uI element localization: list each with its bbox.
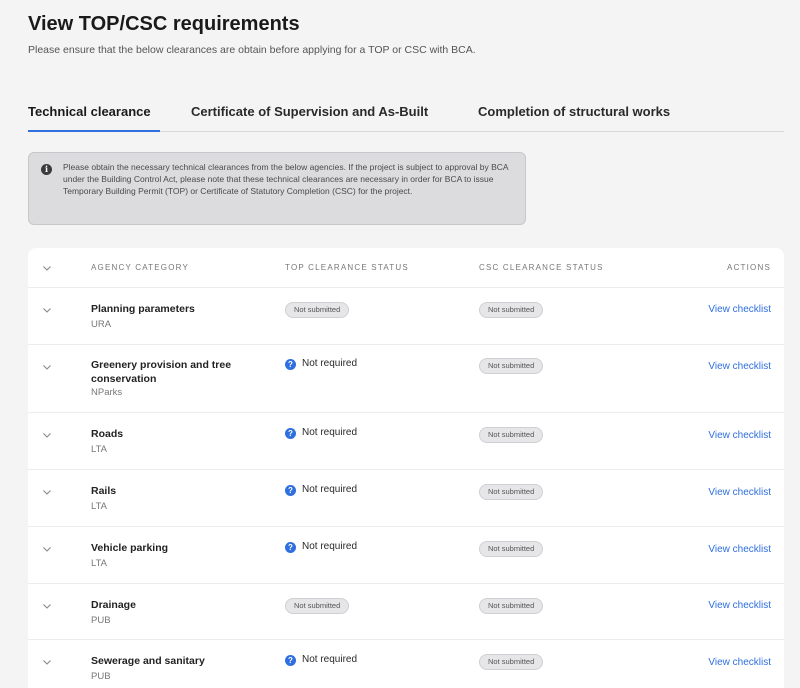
chevron-down-icon[interactable] [42, 487, 52, 497]
chevron-down-icon[interactable] [42, 544, 52, 554]
top-status-badge: Not submitted [285, 302, 350, 318]
agency-name: LTA [91, 558, 108, 569]
table-row: Roads LTA ? Not required Not submitted Vi… [28, 413, 784, 470]
view-checklist-link[interactable]: View checklist [708, 361, 771, 372]
top-status-text: Not required [302, 654, 358, 665]
tab-completion-structural-works[interactable]: Completion of structural works [478, 104, 670, 119]
table-row: Planning parameters URA Not submitted No… [28, 288, 784, 345]
page-title: View TOP/CSC requirements [28, 13, 300, 35]
csc-status-badge: Not submitted [479, 654, 544, 670]
view-checklist-link[interactable]: View checklist [708, 600, 771, 611]
chevron-down-icon[interactable] [42, 601, 52, 611]
info-icon: i [41, 164, 52, 175]
agency-name: NParks [91, 387, 123, 398]
view-checklist-link[interactable]: View checklist [708, 544, 771, 555]
clearance-table: AGENCY CATEGORY TOP CLEARANCE STATUS CSC… [28, 248, 784, 688]
agency-category-name: Sewerage and sanitary [91, 655, 205, 667]
view-checklist-link[interactable]: View checklist [708, 430, 771, 441]
chevron-down-icon[interactable] [42, 430, 52, 440]
header-agency-category: AGENCY CATEGORY [91, 263, 190, 272]
view-checklist-link[interactable]: View checklist [708, 657, 771, 668]
top-status-text: Not required [302, 541, 358, 552]
top-status-text: Not required [302, 358, 358, 369]
tab-technical-clearance[interactable]: Technical clearance [28, 104, 151, 119]
table-row: Vehicle parking LTA ? Not required Not su… [28, 527, 784, 584]
chevron-down-icon[interactable] [42, 362, 52, 372]
chevron-down-icon[interactable] [42, 305, 52, 315]
table-row: Sewerage and sanitary PUB ? Not required … [28, 640, 784, 688]
csc-status-badge: Not submitted [479, 598, 544, 614]
table-row: Drainage PUB Not submitted Not submitted… [28, 584, 784, 640]
csc-status-badge: Not submitted [479, 484, 544, 500]
csc-status-badge: Not submitted [479, 541, 544, 557]
info-icon: ? [285, 542, 296, 553]
tab-certificate-of-supervision[interactable]: Certificate of Supervision and As-Built [191, 104, 428, 119]
info-icon: ? [285, 655, 296, 666]
header-csc-status: CSC CLEARANCE STATUS [479, 263, 604, 272]
agency-category-name: Rails [91, 485, 117, 497]
info-icon: ? [285, 359, 296, 370]
agency-name: URA [91, 319, 112, 330]
agency-name: PUB [91, 671, 111, 682]
top-status-not-required: ? Not required [285, 541, 357, 553]
agency-name: PUB [91, 615, 111, 626]
active-tab-indicator [28, 130, 160, 132]
table-row: Greenery provision and tree conservation… [28, 345, 784, 413]
table-row: Rails LTA ? Not required Not submitted Vi… [28, 470, 784, 527]
top-status-not-required: ? Not required [285, 484, 357, 496]
tab-bar: Technical clearance Certificate of Super… [28, 100, 784, 132]
top-status-not-required: ? Not required [285, 358, 357, 370]
top-status-not-required: ? Not required [285, 654, 357, 666]
view-checklist-link[interactable]: View checklist [708, 304, 771, 315]
top-status-not-required: ? Not required [285, 427, 357, 439]
info-text: Please obtain the necessary technical cl… [63, 162, 509, 197]
agency-category-name: Roads [91, 428, 124, 440]
top-status-text: Not required [302, 484, 358, 495]
agency-name: LTA [91, 444, 108, 455]
agency-category-name: Planning parameters [91, 303, 195, 315]
view-checklist-link[interactable]: View checklist [708, 487, 771, 498]
agency-category-name: Drainage [91, 599, 136, 611]
agency-name: LTA [91, 501, 108, 512]
chevron-down-icon[interactable] [42, 263, 52, 273]
info-icon: ? [285, 485, 296, 496]
info-notice: i Please obtain the necessary technical … [28, 152, 526, 225]
csc-status-badge: Not submitted [479, 302, 544, 318]
table-header-row: AGENCY CATEGORY TOP CLEARANCE STATUS CSC… [28, 248, 784, 288]
info-icon: ? [285, 428, 296, 439]
header-top-status: TOP CLEARANCE STATUS [285, 263, 409, 272]
page-subtitle: Please ensure that the below clearances … [28, 44, 476, 56]
header-actions: ACTIONS [727, 263, 771, 272]
csc-status-badge: Not submitted [479, 427, 544, 443]
top-status-badge: Not submitted [285, 598, 350, 614]
top-status-text: Not required [302, 427, 358, 438]
csc-status-badge: Not submitted [479, 358, 544, 374]
agency-category-name: Greenery provision and tree conservation [91, 359, 232, 385]
chevron-down-icon[interactable] [42, 657, 52, 667]
agency-category-name: Vehicle parking [91, 542, 169, 554]
